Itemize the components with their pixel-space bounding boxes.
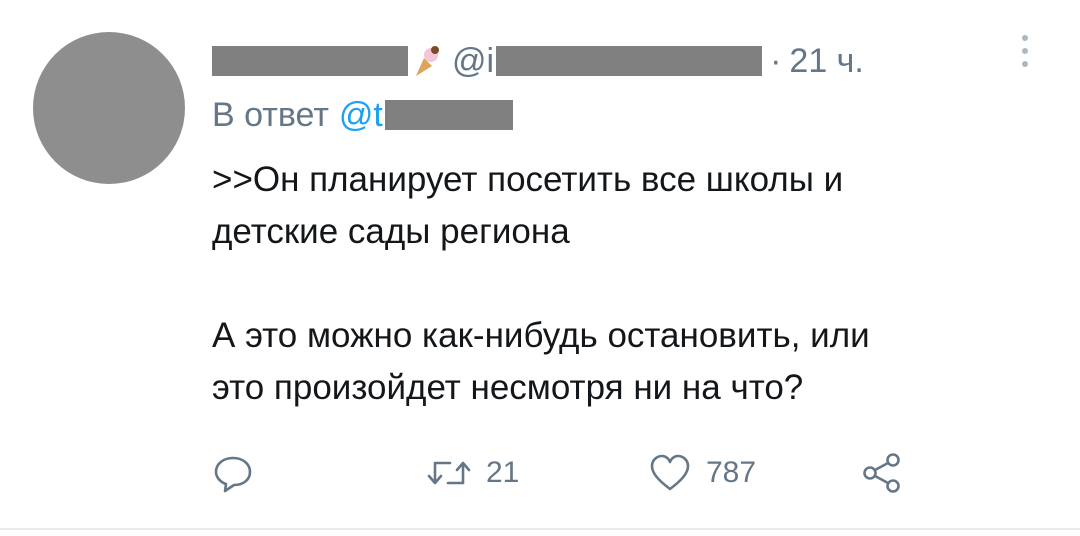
avatar[interactable] bbox=[33, 32, 185, 184]
like-count: 787 bbox=[706, 456, 757, 489]
reply-handle-prefix[interactable]: @t bbox=[339, 96, 383, 135]
share-icon bbox=[863, 453, 900, 493]
divider bbox=[0, 528, 1080, 530]
timestamp[interactable]: 21 ч. bbox=[789, 42, 863, 81]
more-vertical-icon bbox=[1022, 35, 1028, 67]
reply-handle-redacted[interactable] bbox=[384, 100, 513, 130]
reply-label: В ответ bbox=[212, 95, 329, 134]
retweet-button[interactable]: 21 bbox=[426, 448, 519, 498]
replying-to: В ответ @t bbox=[212, 92, 513, 138]
ice-cream-emoji-icon bbox=[412, 44, 442, 78]
separator: · bbox=[770, 41, 782, 80]
more-options-button[interactable] bbox=[1012, 30, 1038, 74]
display-name-redacted[interactable] bbox=[212, 46, 408, 76]
tweet-text: >>Он планирует посетить все школы и детс… bbox=[212, 160, 870, 407]
handle-prefix[interactable]: @i bbox=[452, 42, 494, 81]
handle-redacted[interactable] bbox=[496, 46, 763, 76]
heart-icon bbox=[650, 454, 690, 491]
reply-button[interactable] bbox=[212, 448, 254, 498]
share-button[interactable] bbox=[860, 448, 904, 498]
tweet-header: @i · 21 ч. bbox=[212, 38, 864, 84]
retweet-icon bbox=[427, 461, 471, 485]
comment-icon bbox=[214, 456, 252, 493]
tweet[interactable]: @i · 21 ч. В ответ @t >>Он планирует пос… bbox=[0, 0, 1080, 528]
like-button[interactable]: 787 bbox=[648, 448, 756, 498]
retweet-count: 21 bbox=[486, 456, 520, 489]
